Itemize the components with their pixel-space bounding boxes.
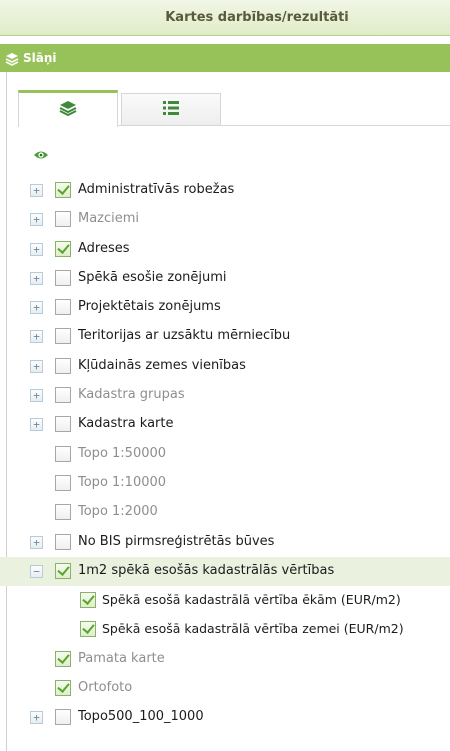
layer-row[interactable]: + Adreses [0, 235, 450, 264]
layer-row[interactable]: + Projektētais zonējums [0, 293, 450, 322]
layer-checkbox[interactable] [55, 474, 71, 491]
layer-row[interactable]: Ortofoto [0, 674, 450, 703]
list-icon [162, 100, 180, 120]
layer-checkbox[interactable] [55, 357, 71, 374]
layer-label: 1m2 spēkā esošās kadastrālās vērtības [78, 562, 335, 578]
layer-label: Pamata karte [78, 650, 165, 666]
layer-checkbox[interactable] [55, 387, 71, 404]
layer-checkbox[interactable] [55, 269, 71, 286]
layer-checkbox[interactable] [55, 416, 71, 433]
layer-checkbox[interactable] [55, 709, 71, 726]
layer-label: Adreses [78, 240, 130, 256]
expand-icon[interactable]: + [30, 418, 43, 432]
expand-icon[interactable]: + [30, 330, 43, 344]
layer-label: Projektētais zonējums [78, 299, 221, 315]
layer-label: Spēkā esošie zonējumi [78, 269, 227, 285]
expand-icon[interactable]: + [30, 359, 43, 373]
layer-row[interactable]: + Administratīvās robežas [0, 176, 450, 205]
layer-row[interactable]: Topo 1:50000 [0, 440, 450, 469]
layer-row[interactable]: + Kadastra karte [0, 410, 450, 439]
layer-label: Mazciemi [78, 211, 140, 227]
expand-icon[interactable]: + [30, 271, 43, 285]
layer-row[interactable]: Topo 1:2000 [0, 498, 450, 527]
layer-checkbox[interactable] [55, 211, 71, 228]
layer-label: Teritorijas ar uzsāktu mērniecību [78, 328, 291, 344]
layers-section-header[interactable]: Slāņi [0, 44, 450, 72]
layer-label: Topo 1:10000 [78, 474, 167, 490]
expand-icon[interactable]: + [30, 301, 43, 315]
layer-row[interactable]: + Kadastra grupas [0, 381, 450, 410]
layers-section-title: Slāņi [23, 51, 57, 65]
layers-icon [5, 51, 19, 66]
layer-row[interactable]: + Spēkā esošie zonējumi [0, 264, 450, 293]
layer-label: Ortofoto [78, 680, 133, 696]
layer-checkbox[interactable] [55, 533, 71, 550]
layer-label: Administratīvās robežas [78, 182, 235, 197]
layer-checkbox[interactable] [55, 650, 71, 667]
expand-icon[interactable]: + [30, 535, 43, 549]
layer-checkbox[interactable] [55, 240, 71, 257]
layer-label: No BIS pirmsreģistrētās būves [78, 533, 275, 549]
layer-row[interactable]: Spēkā esošā kadastrālā vērtība zemei (EU… [0, 615, 450, 644]
layer-row[interactable]: Spēkā esošā kadastrālā vērtība ēkām (EUR… [0, 586, 450, 615]
layer-checkbox[interactable] [55, 299, 71, 316]
layer-row[interactable]: + Kļūdainās zemes vienības [0, 352, 450, 381]
panel-header: Kartes darbības/rezultāti [0, 0, 450, 36]
layer-checkbox[interactable] [55, 680, 71, 697]
layer-checkbox[interactable] [55, 562, 71, 579]
collapse-icon[interactable]: − [30, 564, 43, 578]
layer-label: Spēkā esošā kadastrālā vērtība ēkām (EUR… [102, 592, 401, 608]
expand-icon[interactable]: + [30, 213, 43, 227]
layer-tree: + Administratīvās robežas + Mazciemi + Adrese… [0, 176, 450, 733]
layer-label: Topo 1:50000 [78, 445, 167, 461]
expand-icon[interactable]: + [30, 242, 43, 256]
layer-label: Topo500_100_1000 [78, 709, 204, 725]
panel-title: Kartes darbības/rezultāti [165, 10, 349, 25]
layer-checkbox[interactable] [80, 621, 96, 638]
expand-icon[interactable]: + [30, 184, 43, 197]
eye-icon[interactable] [33, 147, 49, 161]
expand-icon[interactable]: + [30, 711, 43, 725]
layer-checkbox[interactable] [55, 328, 71, 345]
layer-row[interactable]: + Topo500_100_1000 [0, 703, 450, 732]
expand-icon[interactable]: + [30, 389, 43, 403]
layer-row[interactable]: − 1m2 spēkā esošās kadastrālās vērtības [0, 556, 450, 587]
layer-checkbox[interactable] [55, 504, 71, 521]
layer-row[interactable]: + Mazciemi [0, 205, 450, 234]
layer-label: Spēkā esošā kadastrālā vērtība zemei (EU… [102, 621, 404, 637]
layer-row[interactable]: Pamata karte [0, 645, 450, 674]
layer-label: Kadastra grupas [78, 387, 185, 403]
layer-label: Kadastra karte [78, 416, 174, 432]
layer-row[interactable]: + No BIS pirmsreģistrētās būves [0, 528, 450, 557]
layer-checkbox[interactable] [80, 592, 96, 609]
layer-label: Topo 1:2000 [78, 504, 158, 520]
tab-legend[interactable] [121, 93, 221, 126]
layer-checkbox[interactable] [55, 182, 71, 198]
layer-checkbox[interactable] [55, 445, 71, 462]
layer-row[interactable]: + Teritorijas ar uzsāktu mērniecību [0, 322, 450, 351]
layer-row[interactable]: Topo 1:10000 [0, 469, 450, 498]
tab-layers[interactable] [18, 90, 118, 127]
layers-icon [59, 100, 77, 120]
layer-label: Kļūdainās zemes vienības [78, 357, 246, 373]
layer-tabs [18, 90, 450, 127]
